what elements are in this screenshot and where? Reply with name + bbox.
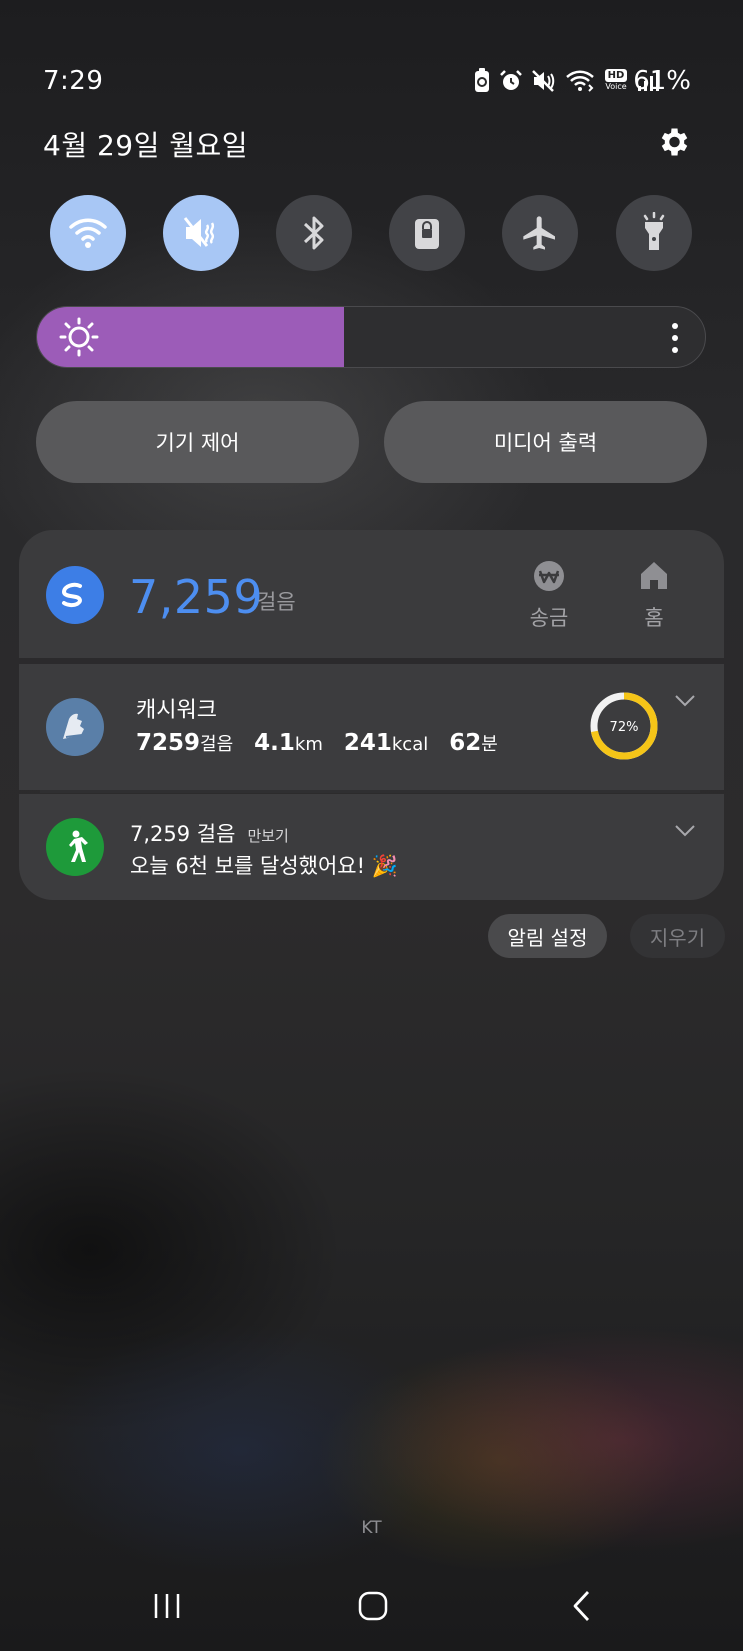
battery-saver-icon xyxy=(475,68,489,92)
sun-icon xyxy=(59,317,99,357)
pedometer-logo xyxy=(46,818,104,876)
gear-icon[interactable] xyxy=(655,124,691,160)
lock-icon xyxy=(415,219,439,249)
progress-label: 72% xyxy=(610,720,639,735)
rotation-lock-toggle[interactable] xyxy=(389,195,465,271)
voice-label: Voice xyxy=(605,82,627,91)
home-label: 홈 xyxy=(644,606,664,630)
alarm-icon xyxy=(500,70,522,90)
wifi-toggle[interactable] xyxy=(50,195,126,271)
date-label: 4월 29일 월요일 xyxy=(43,129,249,162)
hd-label: HD xyxy=(605,69,627,82)
cashwalk-steps-unit: 걸음 xyxy=(200,734,234,755)
status-icons: HD Voice xyxy=(473,68,659,94)
wifi-icon xyxy=(69,218,107,248)
card-divider xyxy=(40,790,700,793)
back-icon[interactable] xyxy=(572,1590,592,1622)
airplane-icon xyxy=(523,216,555,250)
send-money-button[interactable]: 송금 xyxy=(509,560,589,632)
battery-percent: 61% xyxy=(633,66,691,96)
shoe-icon xyxy=(63,713,84,739)
status-time: 7:29 xyxy=(43,66,104,96)
pay-app-logo xyxy=(46,566,104,624)
send-money-label: 송금 xyxy=(529,606,569,630)
pedometer-notification[interactable]: 7,259 걸음 만보기 오늘 6천 보를 달성했어요! 🎉 xyxy=(19,794,724,900)
pedometer-steps: 7,259 걸음 xyxy=(130,822,236,846)
notification-settings-button[interactable]: 알림 설정 xyxy=(488,914,607,958)
clear-notifications-button[interactable]: 지우기 xyxy=(630,914,725,958)
bluetooth-toggle[interactable] xyxy=(276,195,352,271)
flashlight-toggle[interactable] xyxy=(616,195,692,271)
media-output-button[interactable]: 미디어 출력 xyxy=(384,401,707,483)
cashwalk-stats: 7259걸음 4.1km 241kcal 62분 xyxy=(136,730,512,756)
wifi-calling-icon xyxy=(566,70,594,92)
device-control-button[interactable]: 기기 제어 xyxy=(36,401,359,483)
pedometer-message: 오늘 6천 보를 달성했어요! 🎉 xyxy=(130,854,398,878)
sound-toggle[interactable] xyxy=(163,195,239,271)
pedometer-header: 7,259 걸음 만보기 xyxy=(130,818,289,848)
home-button[interactable]: 홈 xyxy=(614,560,694,632)
cashwalk-minutes: 62 xyxy=(449,730,482,756)
cashwalk-distance-unit: km xyxy=(294,734,323,755)
flashlight-icon xyxy=(643,212,665,250)
step-count: 7,259 xyxy=(129,570,264,624)
more-options-icon[interactable] xyxy=(669,321,681,355)
cashwalk-calories-unit: kcal xyxy=(391,734,429,755)
quick-toggles xyxy=(50,195,692,271)
cashwalk-calories: 241 xyxy=(343,730,392,756)
cashwalk-minutes-unit: 분 xyxy=(481,734,498,755)
cashwalk-steps: 7259 xyxy=(136,730,201,756)
walking-person-icon xyxy=(69,830,88,862)
bluetooth-icon xyxy=(303,216,324,250)
home-icon[interactable] xyxy=(358,1591,388,1621)
progress-ring: 72% xyxy=(590,692,658,760)
hd-voice-icon: HD Voice xyxy=(603,69,629,93)
carrier-label: KT xyxy=(361,1518,382,1538)
mute-icon xyxy=(183,217,215,247)
cashwalk-notification[interactable]: 캐시워크 7259걸음 4.1km 241kcal 62분 72% xyxy=(19,664,724,790)
chevron-down-icon[interactable] xyxy=(674,694,696,708)
step-unit: 걸음 xyxy=(257,590,296,614)
brightness-slider[interactable] xyxy=(36,306,706,368)
airplane-toggle[interactable] xyxy=(502,195,578,271)
recent-apps-icon[interactable] xyxy=(152,1592,182,1620)
pay-steps-card[interactable]: 7,259 걸음 송금 홈 xyxy=(19,530,724,658)
cashwalk-logo xyxy=(46,698,104,756)
cashwalk-distance: 4.1 xyxy=(254,730,295,756)
pay-logo-icon xyxy=(61,582,82,608)
home-icon xyxy=(641,562,667,589)
mute-icon xyxy=(532,70,555,92)
cashwalk-title: 캐시워크 xyxy=(136,698,217,723)
won-coin-icon xyxy=(534,561,564,591)
chevron-down-icon[interactable] xyxy=(674,824,696,838)
pedometer-app-name: 만보기 xyxy=(247,827,289,845)
